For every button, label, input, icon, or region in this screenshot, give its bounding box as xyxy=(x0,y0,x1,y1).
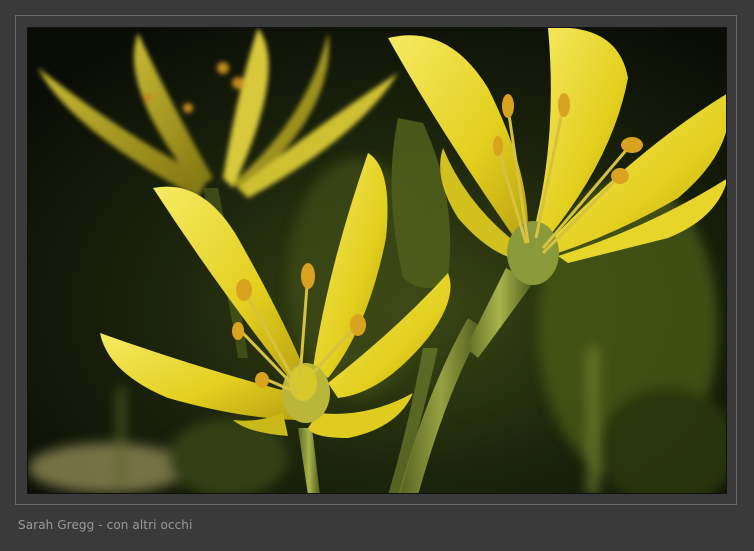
flower-photograph xyxy=(27,27,727,494)
photo-caption: Sarah Gregg - con altri occhi xyxy=(18,518,193,532)
flower-illustration xyxy=(28,28,726,493)
